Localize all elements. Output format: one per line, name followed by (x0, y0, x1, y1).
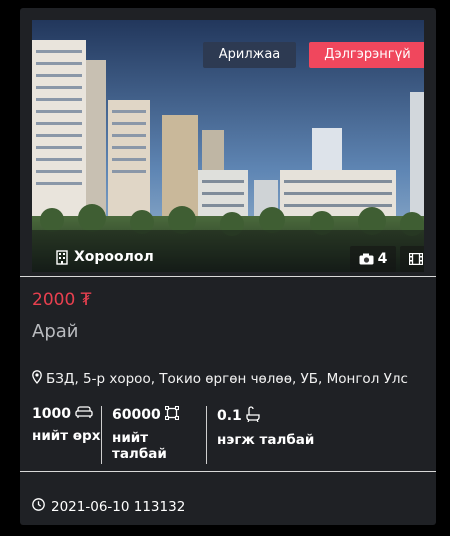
date-text: 2021-06-10 113132 (51, 498, 186, 515)
listing-date: 2021-06-10 113132 (32, 498, 185, 515)
listing-address: БЗД, 5-р хороо, Токио өргөн чөлөө, УБ, М… (32, 370, 408, 388)
stat-separator (101, 406, 102, 464)
unit-area-value: 0.1 (217, 408, 242, 424)
listing-title[interactable]: Арай (32, 321, 78, 342)
map-pin-icon (32, 370, 42, 388)
details-button[interactable]: Дэлгэрэнгүй (309, 42, 424, 68)
total-area-label: нийт талбай (112, 430, 167, 462)
listing-price: 2000 ₮ (32, 290, 92, 310)
camera-icon (359, 253, 374, 265)
sofa-icon (75, 406, 93, 422)
households-value: 1000 (32, 406, 71, 422)
unit-area-label: нэгж талбай (217, 432, 315, 448)
stat-total-area: 60000 нийт талбай (112, 405, 202, 464)
property-type: Хороолол (56, 249, 154, 265)
listing-photo[interactable]: Арилжаа Дэлгэрэнгүй Хороолол 4 (32, 20, 424, 272)
photo-count-badge[interactable]: 4 (350, 246, 396, 272)
bathtub-icon (246, 406, 260, 426)
photo-count: 4 (377, 251, 388, 267)
households-label: нийт өрх (32, 428, 101, 444)
total-area-value: 60000 (112, 407, 161, 423)
property-type-label: Хороолол (74, 249, 154, 265)
building-icon (56, 249, 68, 265)
sell-button[interactable]: Арилжаа (203, 42, 296, 68)
divider-bottom (20, 471, 436, 472)
stat-households: 1000 нийт өрх (32, 406, 102, 464)
video-count-badge[interactable]: 2 (400, 246, 424, 272)
area-icon (164, 405, 179, 424)
stat-unit-area: 0.1 нэгж талбай (217, 406, 337, 464)
divider-top (20, 276, 436, 277)
clock-icon (32, 498, 45, 515)
listing-card[interactable]: Арилжаа Дэлгэрэнгүй Хороолол 4 2000 ₮ Ар… (20, 8, 436, 525)
stat-separator (206, 406, 207, 464)
address-text: БЗД, 5-р хороо, Токио өргөн чөлөө, УБ, М… (46, 371, 408, 387)
film-icon (409, 253, 424, 265)
